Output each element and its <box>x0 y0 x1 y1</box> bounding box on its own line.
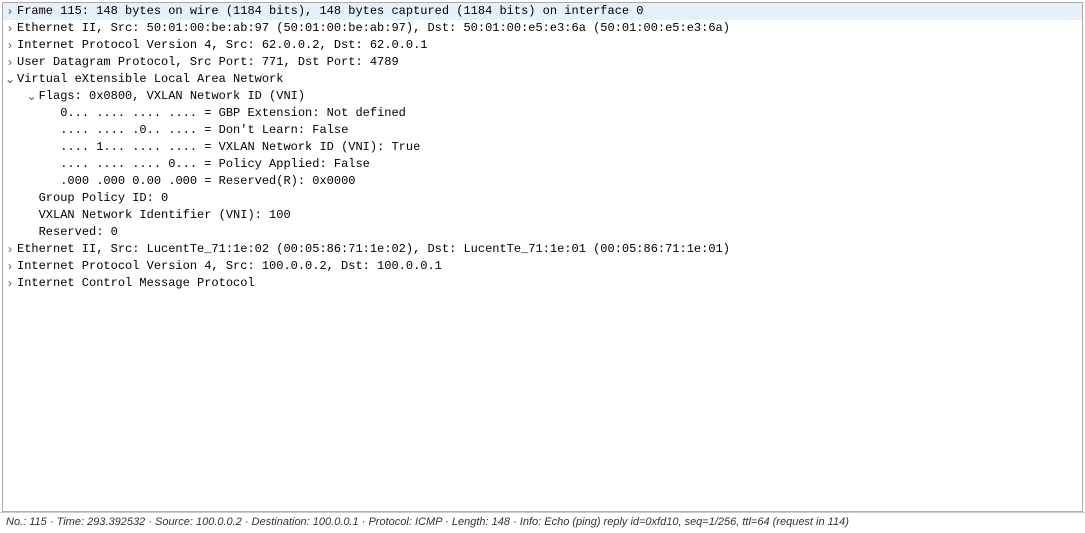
protocol-field-label: Virtual eXtensible Local Area Network <box>17 71 283 88</box>
protocol-tree-row[interactable]: ›User Datagram Protocol, Src Port: 771, … <box>3 54 1082 71</box>
packet-details-pane[interactable]: ›Frame 115: 148 bytes on wire (1184 bits… <box>2 2 1083 512</box>
protocol-tree-row[interactable]: ·.... 1... .... .... = VXLAN Network ID … <box>3 139 1082 156</box>
chevron-right-icon[interactable]: › <box>3 37 17 54</box>
chevron-right-icon[interactable]: › <box>3 258 17 275</box>
indent-spacer <box>3 139 46 156</box>
protocol-tree-row[interactable]: ›Internet Control Message Protocol <box>3 275 1082 292</box>
chevron-right-icon[interactable]: › <box>3 20 17 37</box>
status-sep: · <box>148 516 155 528</box>
protocol-tree-row[interactable]: ·Group Policy ID: 0 <box>3 190 1082 207</box>
protocol-tree-row[interactable]: ⌄Virtual eXtensible Local Area Network <box>3 71 1082 88</box>
status-length-value: 148 <box>492 516 510 528</box>
status-sep: · <box>513 516 520 528</box>
indent-spacer <box>3 88 25 105</box>
status-time-value: 293.392532 <box>87 516 145 528</box>
protocol-tree-row[interactable]: ›Internet Protocol Version 4, Src: 62.0.… <box>3 37 1082 54</box>
indent-spacer <box>3 190 25 207</box>
protocol-field-label: User Datagram Protocol, Src Port: 771, D… <box>17 54 399 71</box>
status-protocol-value: ICMP <box>415 516 442 528</box>
protocol-field-label: Frame 115: 148 bytes on wire (1184 bits)… <box>17 3 644 20</box>
protocol-field-label: Ethernet II, Src: 50:01:00:be:ab:97 (50:… <box>17 20 730 37</box>
protocol-field-label: 0... .... .... .... = GBP Extension: Not… <box>60 105 406 122</box>
protocol-tree-row[interactable]: ›Frame 115: 148 bytes on wire (1184 bits… <box>3 3 1082 20</box>
protocol-tree-row[interactable]: ·.... .... .... 0... = Policy Applied: F… <box>3 156 1082 173</box>
status-info-value: Echo (ping) reply id=0xfd10, seq=1/256, … <box>544 516 849 528</box>
protocol-field-label: .000 .000 0.00 .000 = Reserved(R): 0x000… <box>60 173 355 190</box>
twisty-placeholder: · <box>46 105 60 122</box>
protocol-field-label: Group Policy ID: 0 <box>39 190 169 207</box>
status-sep: · <box>445 516 452 528</box>
status-time-label: Time: <box>57 516 84 528</box>
status-no-value: 115 <box>29 516 47 528</box>
status-info-label: Info: <box>520 516 541 528</box>
status-sep: · <box>245 516 252 528</box>
indent-spacer <box>3 173 46 190</box>
protocol-tree-row[interactable]: ·.... .... .0.. .... = Don't Learn: Fals… <box>3 122 1082 139</box>
twisty-placeholder: · <box>46 173 60 190</box>
protocol-tree-row[interactable]: ·VXLAN Network Identifier (VNI): 100 <box>3 207 1082 224</box>
chevron-right-icon[interactable]: › <box>3 241 17 258</box>
protocol-field-label: Ethernet II, Src: LucentTe_71:1e:02 (00:… <box>17 241 730 258</box>
chevron-down-icon[interactable]: ⌄ <box>3 71 17 88</box>
indent-spacer <box>3 207 25 224</box>
chevron-down-icon[interactable]: ⌄ <box>25 88 39 105</box>
status-sep: · <box>50 516 57 528</box>
chevron-right-icon[interactable]: › <box>3 54 17 71</box>
status-source-label: Source: <box>155 516 193 528</box>
status-destination-value: 100.0.0.1 <box>313 516 359 528</box>
protocol-tree-row[interactable]: ›Ethernet II, Src: 50:01:00:be:ab:97 (50… <box>3 20 1082 37</box>
protocol-field-label: .... 1... .... .... = VXLAN Network ID (… <box>60 139 420 156</box>
chevron-right-icon[interactable]: › <box>3 275 17 292</box>
status-destination-label: Destination: <box>252 516 310 528</box>
protocol-field-label: VXLAN Network Identifier (VNI): 100 <box>39 207 291 224</box>
protocol-tree-row[interactable]: ·Reserved: 0 <box>3 224 1082 241</box>
status-protocol-label: Protocol: <box>368 516 411 528</box>
indent-spacer <box>3 105 46 122</box>
twisty-placeholder: · <box>46 156 60 173</box>
status-length-label: Length: <box>452 516 489 528</box>
protocol-tree-row[interactable]: ·0... .... .... .... = GBP Extension: No… <box>3 105 1082 122</box>
protocol-field-label: Flags: 0x0800, VXLAN Network ID (VNI) <box>39 88 305 105</box>
chevron-right-icon[interactable]: › <box>3 3 17 20</box>
indent-spacer <box>3 156 46 173</box>
protocol-tree-row[interactable]: ⌄Flags: 0x0800, VXLAN Network ID (VNI) <box>3 88 1082 105</box>
twisty-placeholder: · <box>46 139 60 156</box>
status-bar: No.: 115 · Time: 293.392532 · Source: 10… <box>0 512 1085 533</box>
protocol-field-label: .... .... .... 0... = Policy Applied: Fa… <box>60 156 370 173</box>
twisty-placeholder: · <box>25 190 39 207</box>
status-no-label: No.: <box>6 516 26 528</box>
status-source-value: 100.0.0.2 <box>196 516 242 528</box>
protocol-field-label: Internet Control Message Protocol <box>17 275 255 292</box>
twisty-placeholder: · <box>25 224 39 241</box>
indent-spacer <box>3 224 25 241</box>
protocol-field-label: Reserved: 0 <box>39 224 118 241</box>
protocol-tree-row[interactable]: ·.000 .000 0.00 .000 = Reserved(R): 0x00… <box>3 173 1082 190</box>
protocol-tree-row[interactable]: ›Ethernet II, Src: LucentTe_71:1e:02 (00… <box>3 241 1082 258</box>
protocol-field-label: Internet Protocol Version 4, Src: 62.0.0… <box>17 37 427 54</box>
twisty-placeholder: · <box>25 207 39 224</box>
protocol-field-label: Internet Protocol Version 4, Src: 100.0.… <box>17 258 442 275</box>
protocol-tree-row[interactable]: ›Internet Protocol Version 4, Src: 100.0… <box>3 258 1082 275</box>
twisty-placeholder: · <box>46 122 60 139</box>
indent-spacer <box>3 122 46 139</box>
protocol-field-label: .... .... .0.. .... = Don't Learn: False <box>60 122 348 139</box>
